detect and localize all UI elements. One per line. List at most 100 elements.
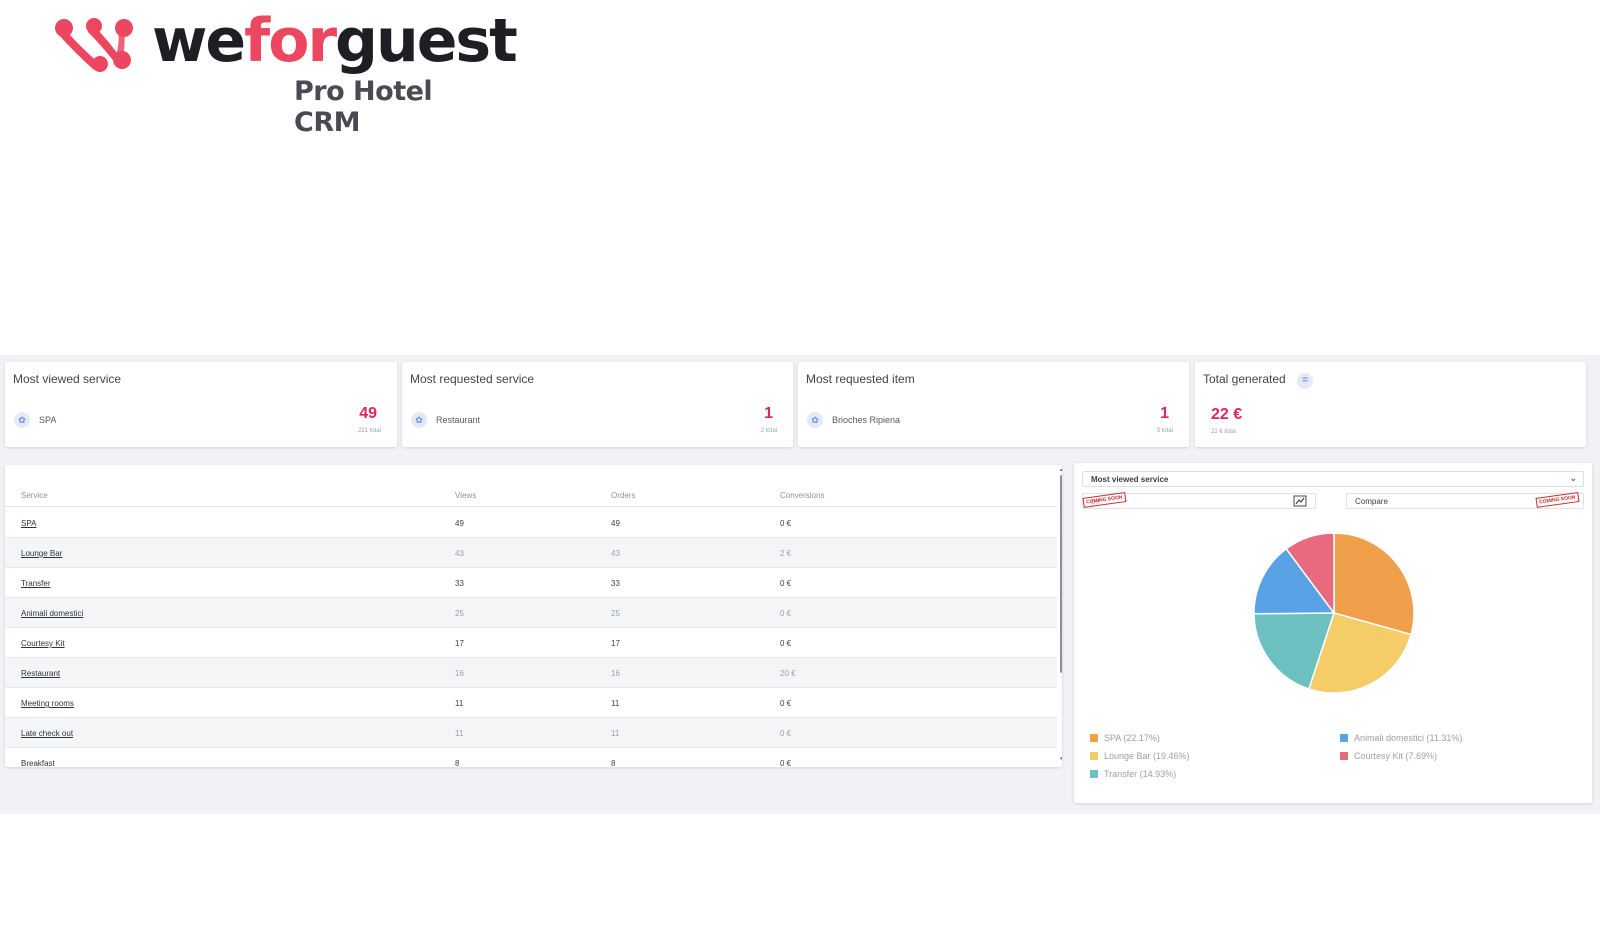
stat-card-most-requested-item: Most requested item ✿ Brioches Ripiena 1… [798,362,1189,447]
conversions-cell: 2 € [780,549,792,558]
table-scrollbar[interactable]: ▴ ▾ [1060,468,1062,762]
table-row: Lounge Bar 43 43 2 € [5,538,1057,568]
stat-card-most-viewed: Most viewed service ✿ SPA 49 221 total [5,362,397,447]
service-icon: ✿ [411,412,427,428]
line-chart-icon[interactable] [1293,495,1307,507]
orders-cell: 33 [611,579,620,588]
conversions-cell: 0 € [780,699,792,708]
views-cell: 16 [455,669,464,678]
legend-swatch [1090,752,1098,760]
legend-label: Transfer (14.93%) [1104,769,1177,779]
compare-label: Compare [1355,497,1388,506]
table-row: Late check out 11 11 0 € [5,718,1057,748]
legend-label: Courtesy Kit (7.69%) [1354,751,1438,761]
legend-item[interactable]: Courtesy Kit (7.69%) [1340,751,1437,761]
stat-total: 221 total [357,428,381,434]
metric-select[interactable]: Most viewed service ⌄ [1082,471,1584,487]
service-link[interactable]: Animali domestici [21,609,83,618]
service-link[interactable]: Lounge Bar [21,549,62,558]
brand-wordmark: weforguest [152,6,518,76]
stat-total: 2 total [760,428,777,434]
stat-title: Most requested service [410,372,535,386]
conversions-cell: 0 € [780,639,792,648]
coming-soon-badge: COMING SOON [1082,492,1127,508]
orders-cell: 17 [611,639,620,648]
pie-chart [1253,532,1415,694]
views-cell: 11 [455,729,464,738]
conversions-cell: 0 € [780,519,792,528]
brand-logo: weforguest Pro Hotel CRM [54,6,518,138]
views-cell: 25 [455,609,464,618]
conversions-cell: 0 € [780,579,792,588]
stat-name: Brioches Ripiena [832,415,901,425]
service-link[interactable]: Transfer [21,579,51,588]
service-link[interactable]: Late check out [21,729,73,738]
dashboard-area: Most viewed service ✿ SPA 49 221 total M… [0,355,1600,814]
column-header-views[interactable]: Views [455,491,476,500]
service-link[interactable]: SPA [21,519,36,528]
stat-card-most-requested-service: Most requested service ✿ Restaurant 1 2 … [402,362,793,447]
service-icon: ✿ [807,412,823,428]
chevron-down-icon: ⌄ [1569,473,1577,483]
column-header-service[interactable]: Service [21,491,48,500]
legend-swatch [1340,752,1348,760]
brand-subtitle: Pro Hotel CRM [294,76,433,138]
table-row: Meeting rooms 11 11 0 € [5,688,1057,718]
stat-title: Most requested item [806,372,915,386]
legend-item[interactable]: Animali domestici (11.31%) [1340,733,1462,743]
logo-mark-icon [55,18,133,72]
legend-label: Lounge Bar (19.46%) [1104,751,1190,761]
scroll-down-arrow-icon[interactable]: ▾ [1060,757,1062,762]
service-link[interactable]: Meeting rooms [21,699,74,708]
service-link[interactable]: Breakfast [21,759,55,767]
table-row: SPA 49 49 0 € [5,508,1057,538]
orders-cell: 25 [611,609,620,618]
views-cell: 11 [455,699,464,708]
legend-swatch [1090,770,1098,778]
legend-item[interactable]: Transfer (14.93%) [1090,769,1176,779]
conversions-cell: 0 € [780,729,792,738]
column-header-conversions[interactable]: Conversions [780,491,824,500]
orders-cell: 43 [611,549,620,558]
services-table: Service Views Orders Conversions SPA 49 … [5,465,1062,767]
service-icon: ✿ [14,412,30,428]
legend-label: SPA (22.17%) [1104,733,1160,743]
service-link[interactable]: Restaurant [21,669,60,678]
views-cell: 8 [455,759,460,767]
views-cell: 49 [455,519,464,528]
stat-total: 22 € total [1211,429,1236,435]
stat-title: Most viewed service [13,372,122,386]
stat-value: 1 [764,405,773,422]
stat-total: 3 total [1156,428,1173,434]
stat-card-total-generated: Total generated = 22 € 22 € total [1195,362,1586,447]
scroll-up-arrow-icon[interactable]: ▴ [1060,468,1062,473]
legend-item[interactable]: SPA (22.17%) [1090,733,1160,743]
legend-item[interactable]: Lounge Bar (19.46%) [1090,751,1190,761]
equals-icon[interactable]: = [1297,373,1313,389]
compare-field[interactable]: Compare COMING SOON [1346,492,1584,509]
orders-cell: 11 [611,729,620,738]
legend-swatch [1340,734,1348,742]
table-header: Service Views Orders Conversions [5,483,1057,507]
orders-cell: 16 [611,669,620,678]
views-cell: 33 [455,579,464,588]
stat-value: 22 € [1211,406,1243,423]
scrollbar-thumb[interactable] [1060,475,1062,673]
stat-value: 49 [359,405,377,422]
orders-cell: 8 [611,759,616,767]
stat-title: Total generated [1203,372,1286,386]
table-row: Courtesy Kit 17 17 0 € [5,628,1057,658]
metric-select-value: Most viewed service [1091,475,1169,484]
column-header-orders[interactable]: Orders [611,491,635,500]
chart-type-field[interactable]: pe COMING SOON [1082,492,1316,509]
legend-swatch [1090,734,1098,742]
service-link[interactable]: Courtesy Kit [21,639,65,648]
table-row: Animali domestici 25 25 0 € [5,598,1057,628]
orders-cell: 11 [611,699,620,708]
table-row: Breakfast 8 8 0 € [5,748,1057,767]
stat-value: 1 [1160,405,1169,422]
orders-cell: 49 [611,519,620,528]
stat-name: Restaurant [436,415,481,425]
legend-label: Animali domestici (11.31%) [1354,733,1463,743]
conversions-cell: 0 € [780,759,792,767]
